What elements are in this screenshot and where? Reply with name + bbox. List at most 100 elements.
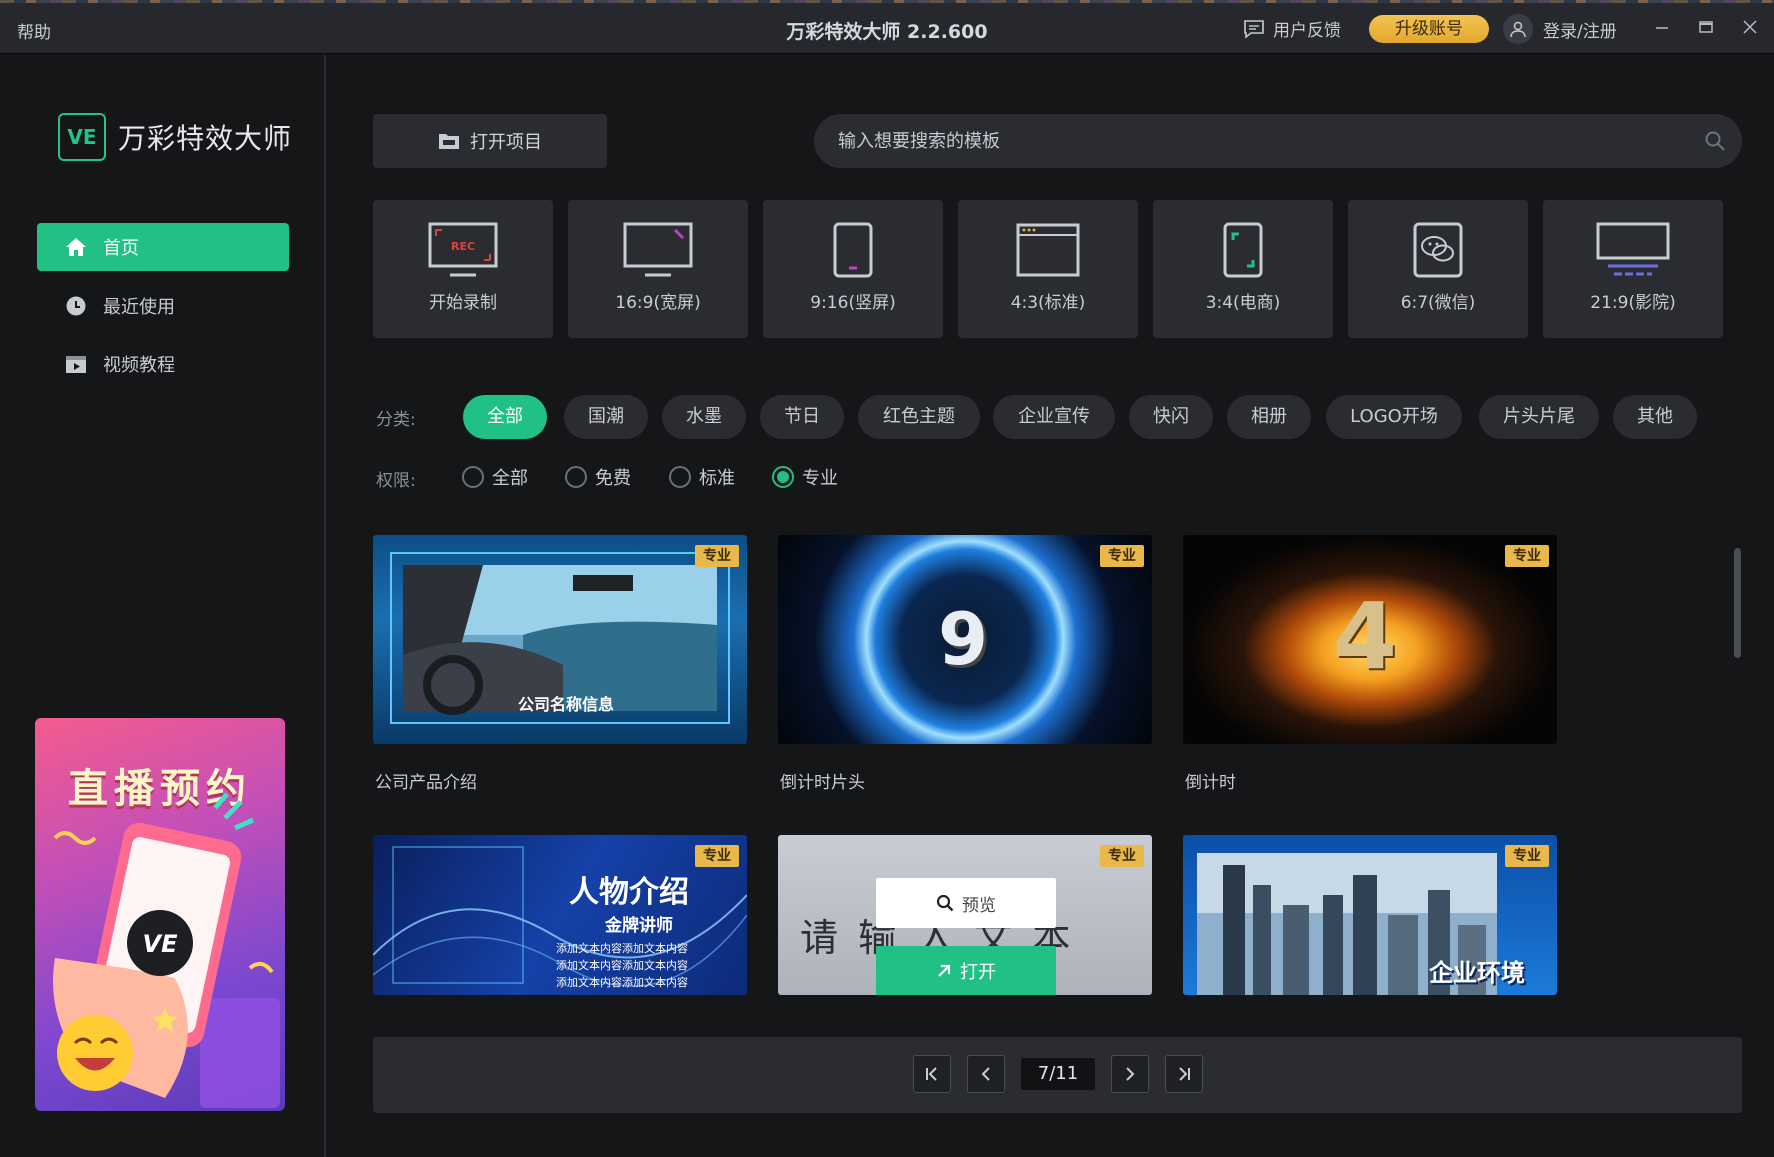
ratio-16-9[interactable]: 16:9(宽屏) xyxy=(568,200,748,338)
thumbnail-text: 公司名称信息 xyxy=(518,695,615,714)
template-thumbnail[interactable]: 人物介绍 金牌讲师 添加文本内容添加文本内容 添加文本内容添加文本内容 添加文本… xyxy=(373,835,747,995)
template-card[interactable]: 9 专业 倒计时片头 xyxy=(778,535,1152,793)
chevron-right-icon xyxy=(1126,1067,1135,1081)
category-chip-all[interactable]: 全部 xyxy=(463,395,547,439)
template-card[interactable]: 公司名称信息 专业 公司产品介绍 xyxy=(373,535,747,793)
template-search-box[interactable] xyxy=(814,114,1742,168)
promo-mark: VE xyxy=(143,930,179,958)
template-card[interactable]: 请 输 入 文 本 预览 打开 专业 xyxy=(778,835,1152,995)
cinema-icon xyxy=(1596,222,1670,276)
sidebar-item-label: 首页 xyxy=(103,238,139,259)
sidebar-item-label: 最近使用 xyxy=(103,297,175,318)
pro-badge: 专业 xyxy=(1505,545,1549,567)
category-chip-red-theme[interactable]: 红色主题 xyxy=(858,395,980,439)
pro-badge: 专业 xyxy=(695,845,739,867)
thumbnail-text: 9 xyxy=(938,597,989,681)
preview-button[interactable]: 预览 xyxy=(876,878,1056,928)
radio-circle xyxy=(462,466,484,488)
feedback-button[interactable]: 用户反馈 xyxy=(1243,16,1341,41)
ratio-label: 开始录制 xyxy=(429,293,497,313)
live-booking-banner[interactable]: 直播预约 VE xyxy=(35,718,285,1111)
open-template-button[interactable]: 打开 xyxy=(876,946,1056,995)
video-tutorial-icon xyxy=(66,356,86,373)
preview-label: 预览 xyxy=(962,895,996,916)
vertical-scrollbar[interactable] xyxy=(1734,548,1741,658)
logo-mark: VE xyxy=(58,113,106,161)
template-thumbnail[interactable]: 请 输 入 文 本 预览 打开 专业 xyxy=(778,835,1152,995)
category-chip-guochao[interactable]: 国潮 xyxy=(564,395,648,439)
search-icon[interactable] xyxy=(1704,130,1726,152)
permission-radio-pro[interactable]: 专业 xyxy=(772,464,838,490)
ratio-4-3[interactable]: 4:3(标准) xyxy=(958,200,1138,338)
template-title: 倒计时片头 xyxy=(780,773,865,793)
open-project-button[interactable]: 打开项目 xyxy=(373,114,607,168)
radio-label: 标准 xyxy=(699,468,735,489)
permission-radio-standard[interactable]: 标准 xyxy=(669,464,735,490)
template-thumbnail[interactable]: 企业环境 专业 xyxy=(1183,835,1557,995)
permission-radio-all[interactable]: 全部 xyxy=(462,464,528,490)
pagination-bar: 7/11 xyxy=(373,1037,1742,1113)
category-chip-corporate[interactable]: 企业宣传 xyxy=(993,395,1115,439)
template-thumbnail[interactable]: 公司名称信息 专业 xyxy=(373,535,747,744)
first-page-button[interactable] xyxy=(913,1055,951,1093)
sidebar-item-home[interactable]: 首页 xyxy=(37,223,289,271)
sidebar-item-recent[interactable]: 最近使用 xyxy=(37,282,289,330)
template-card[interactable]: 4 专业 倒计时 xyxy=(1183,535,1557,793)
standard-window-icon xyxy=(1016,223,1080,277)
minimize-icon xyxy=(1656,27,1668,29)
sidebar-item-video-tutorial[interactable]: 视频教程 xyxy=(37,340,289,388)
category-chip-logo-opening[interactable]: LOGO开场 xyxy=(1326,395,1462,439)
thumbnail-subtitle: 金牌讲师 xyxy=(605,916,673,936)
widescreen-icon xyxy=(623,222,693,277)
permission-radio-free[interactable]: 免费 xyxy=(565,464,631,490)
category-chip-ink[interactable]: 水墨 xyxy=(662,395,746,439)
ratio-record[interactable]: REC 开始录制 xyxy=(373,200,553,338)
ratio-21-9[interactable]: 21:9(影院) xyxy=(1543,200,1723,338)
minimize-button[interactable] xyxy=(1647,12,1677,42)
template-card[interactable]: 企业环境 专业 xyxy=(1183,835,1557,995)
template-title: 倒计时 xyxy=(1185,773,1236,793)
thumbnail-title: 人物介绍 xyxy=(569,875,689,910)
close-button[interactable] xyxy=(1735,12,1765,42)
feedback-label: 用户反馈 xyxy=(1273,21,1341,41)
category-chip-intro-outro[interactable]: 片头片尾 xyxy=(1479,395,1599,439)
thumbnail-line: 添加文本内容添加文本内容 xyxy=(556,959,688,972)
category-chip-album[interactable]: 相册 xyxy=(1227,395,1311,439)
category-chip-festival[interactable]: 节日 xyxy=(760,395,844,439)
last-page-button[interactable] xyxy=(1165,1055,1203,1093)
category-chip-flash[interactable]: 快闪 xyxy=(1129,395,1213,439)
upgrade-account-button[interactable]: 升级账号 xyxy=(1369,15,1489,43)
app-logo: VE 万彩特效大师 xyxy=(58,113,292,161)
radio-circle xyxy=(565,466,587,488)
template-card[interactable]: 人物介绍 金牌讲师 添加文本内容添加文本内容 添加文本内容添加文本内容 添加文本… xyxy=(373,835,747,995)
thumbnail-strip xyxy=(0,0,1774,3)
rec-text: REC xyxy=(451,240,475,253)
search-icon xyxy=(936,894,954,912)
template-title: 公司产品介绍 xyxy=(375,773,477,793)
login-label: 登录/注册 xyxy=(1543,21,1617,42)
template-thumbnail[interactable]: 9 专业 xyxy=(778,535,1152,744)
page-indicator: 7/11 xyxy=(1021,1058,1095,1090)
radio-circle xyxy=(669,466,691,488)
ratio-label: 21:9(影院) xyxy=(1590,293,1676,313)
previous-page-button[interactable] xyxy=(967,1055,1005,1093)
ratio-6-7[interactable]: 6:7(微信) xyxy=(1348,200,1528,338)
clock-icon xyxy=(66,296,86,316)
feedback-icon xyxy=(1244,19,1264,39)
maximize-button[interactable] xyxy=(1691,12,1721,42)
login-button[interactable]: 登录/注册 xyxy=(1503,14,1617,44)
open-template-label: 打开 xyxy=(960,962,996,983)
ratio-9-16[interactable]: 9:16(竖屏) xyxy=(763,200,943,338)
portrait-phone-icon xyxy=(833,222,873,278)
template-search-input[interactable] xyxy=(838,114,1678,168)
arrow-up-right-icon xyxy=(938,964,951,977)
record-screen-icon: REC xyxy=(428,222,498,277)
template-thumbnail[interactable]: 4 专业 xyxy=(1183,535,1557,744)
next-page-button[interactable] xyxy=(1111,1055,1149,1093)
help-menu[interactable]: 帮助 xyxy=(17,18,51,43)
category-label: 分类: xyxy=(376,410,416,430)
category-chip-other[interactable]: 其他 xyxy=(1613,395,1697,439)
radio-label: 专业 xyxy=(802,468,838,489)
permission-label: 权限: xyxy=(376,471,416,491)
ratio-3-4[interactable]: 3:4(电商) xyxy=(1153,200,1333,338)
